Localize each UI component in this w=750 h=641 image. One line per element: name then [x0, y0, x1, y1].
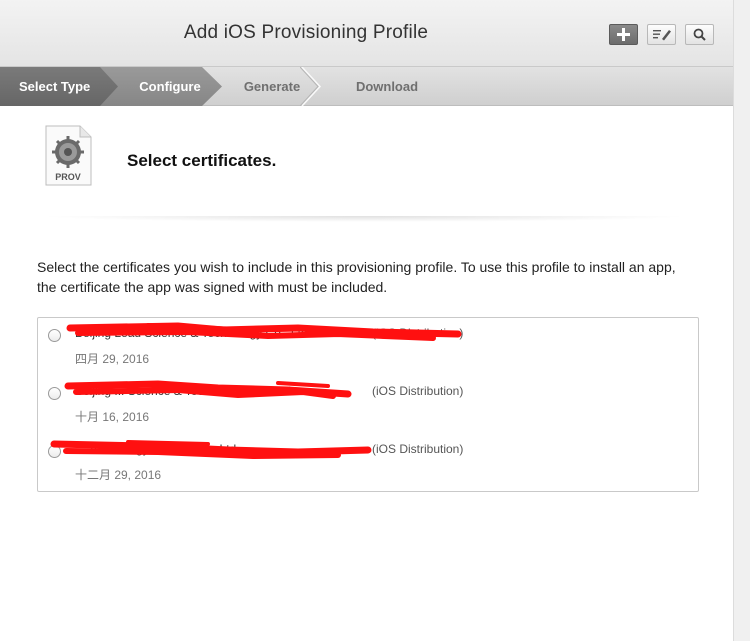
- prov-label: PROV: [55, 172, 81, 182]
- redaction-marks: [50, 322, 462, 460]
- add-button[interactable]: [609, 24, 638, 45]
- step-generate: Generate: [243, 79, 301, 94]
- step-download: Download: [355, 79, 419, 94]
- instructions-text: Select the certificates you wish to incl…: [37, 259, 676, 295]
- section-heading: Select certificates.: [127, 151, 277, 170]
- divider: [38, 216, 690, 222]
- search-icon: [693, 28, 706, 41]
- step-progress-bar: Select Type Configure Generate Download: [0, 67, 733, 106]
- search-button[interactable]: [685, 24, 714, 45]
- edit-button[interactable]: [647, 24, 676, 45]
- page-title: Add iOS Provisioning Profile: [183, 22, 429, 43]
- page-header: Add iOS Provisioning Profile: [0, 0, 733, 67]
- step-configure: Configure: [100, 67, 222, 106]
- edit-icon: [652, 30, 671, 41]
- provisioning-profile-icon: PROV: [45, 125, 92, 186]
- step-select-type[interactable]: Select Type: [0, 67, 120, 106]
- certificate-list: Beijing Leau Science & Technology Co., L…: [37, 317, 699, 492]
- window-edge: [733, 0, 750, 641]
- plus-icon: [617, 28, 630, 41]
